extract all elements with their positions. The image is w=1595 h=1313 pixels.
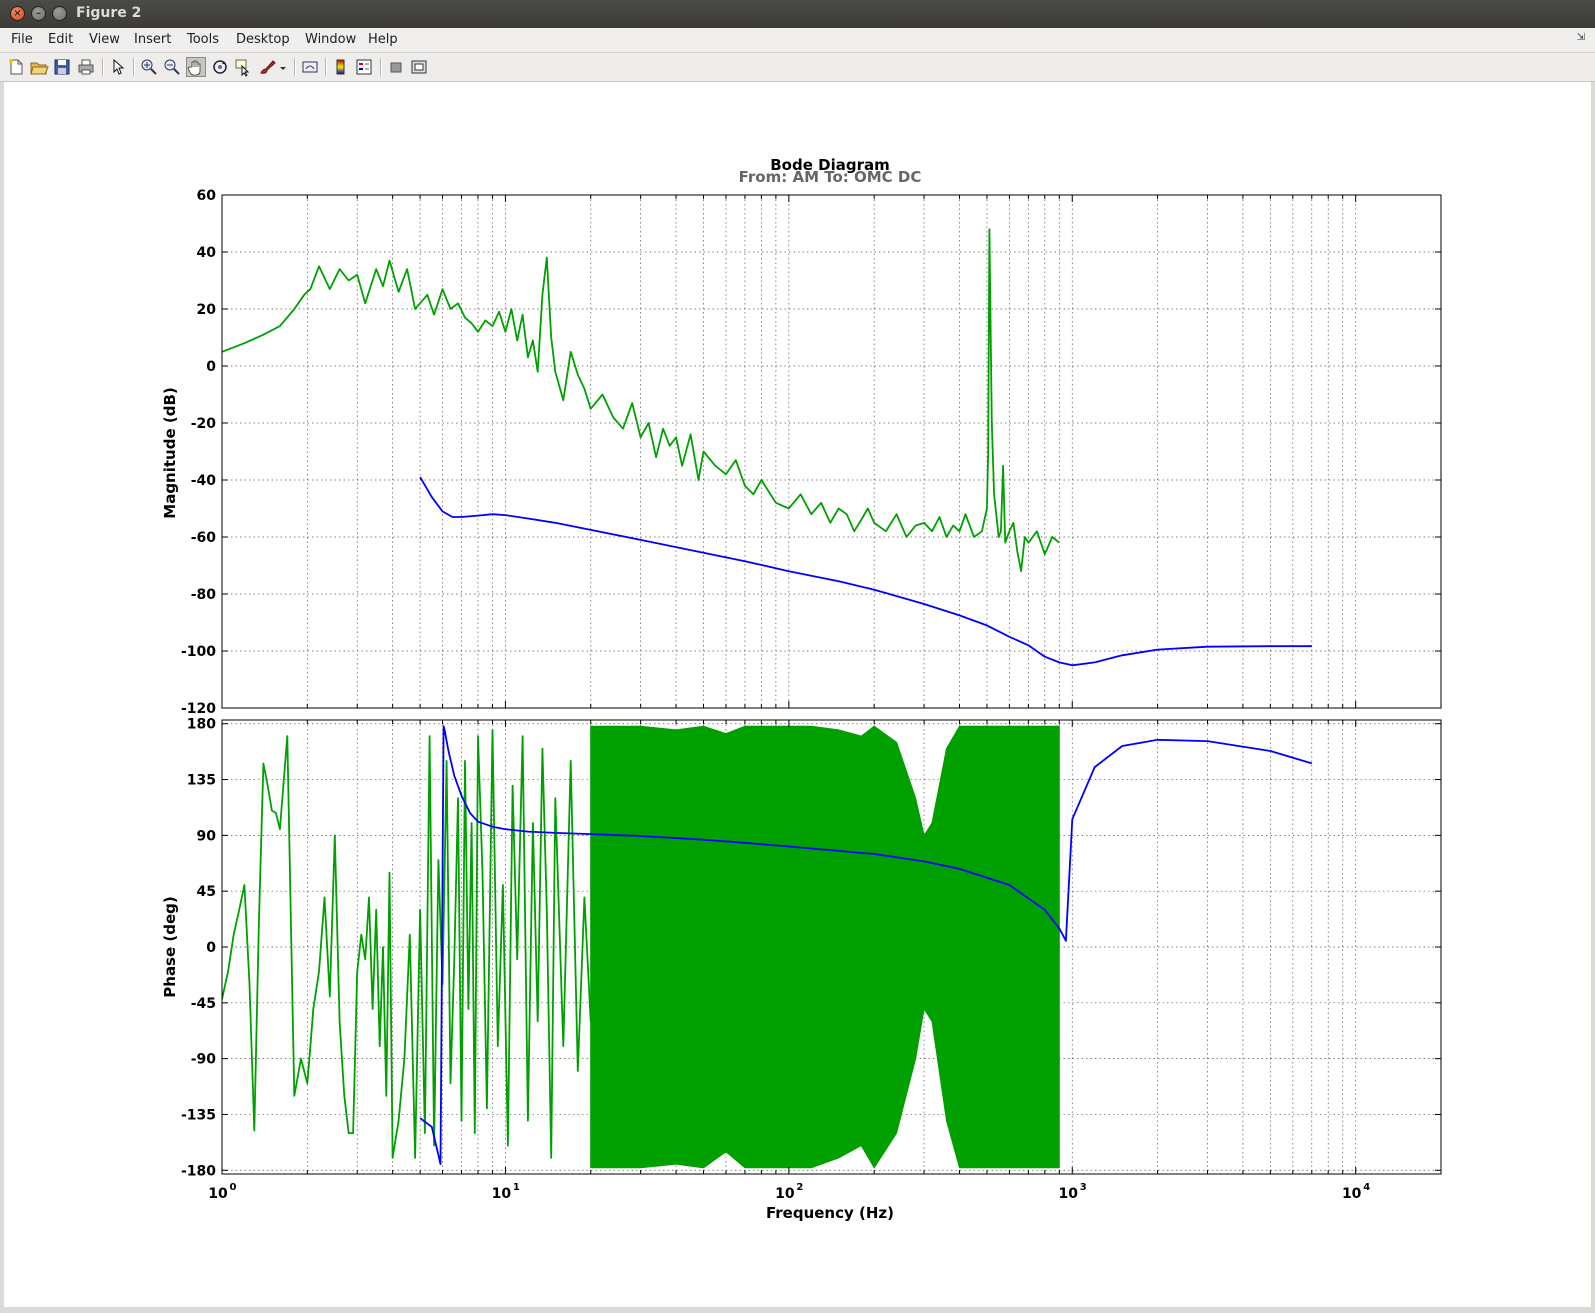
magnitude-y-tick-label: 0 [206, 359, 216, 375]
magnitude-y-tick-label: -20 [191, 416, 217, 432]
magnitude-y-tick-label: 60 [197, 188, 217, 204]
x-axis-label: Frequency (Hz) [766, 1204, 894, 1222]
phase-y-tick-label: 90 [197, 828, 217, 844]
phase-y-tick-label: -135 [181, 1107, 216, 1123]
magnitude-y-tick-label: -60 [191, 530, 217, 546]
phase-y-tick-label: 180 [187, 717, 216, 733]
phase-y-tick-label: -180 [181, 1163, 216, 1179]
phase-y-tick-label: 135 [187, 773, 216, 789]
x-tick-label: 10 [208, 1186, 228, 1202]
x-tick-label-exponent: 2 [796, 1182, 803, 1193]
x-tick-label: 10 [1342, 1186, 1362, 1202]
chart-subtitle: From: AM To: OMC DC [739, 168, 922, 186]
magnitude-y-tick-label: -80 [191, 587, 217, 603]
phase-y-tick-label: -45 [191, 996, 216, 1012]
magnitude-y-tick-label: 40 [197, 245, 217, 261]
magnitude-y-tick-label: -120 [181, 701, 216, 717]
phase-y-tick-label: -90 [191, 1052, 217, 1068]
bode-plot[interactable]: 6040200-20-40-60-80-100-12018013590450-4… [0, 0, 1595, 1313]
x-tick-label: 10 [492, 1186, 512, 1202]
phase-series-1-band [590, 725, 1060, 1169]
x-tick-label-exponent: 3 [1080, 1182, 1087, 1193]
phase-y-tick-label: 0 [206, 940, 216, 956]
x-tick-label-exponent: 0 [230, 1182, 237, 1193]
magnitude-y-tick-label: -40 [191, 473, 217, 489]
x-tick-label-exponent: 1 [513, 1182, 520, 1193]
magnitude-plot-area [222, 195, 1441, 708]
magnitude-y-tick-label: -100 [181, 644, 216, 660]
x-tick-label-exponent: 4 [1363, 1182, 1370, 1193]
x-tick-label: 10 [775, 1186, 795, 1202]
x-tick-label: 10 [1059, 1186, 1079, 1202]
phase-y-axis-label: Phase (deg) [161, 896, 179, 997]
phase-y-tick-label: 45 [197, 884, 216, 900]
magnitude-y-tick-label: 20 [197, 302, 217, 318]
magnitude-y-axis-label: Magnitude (dB) [161, 387, 179, 518]
